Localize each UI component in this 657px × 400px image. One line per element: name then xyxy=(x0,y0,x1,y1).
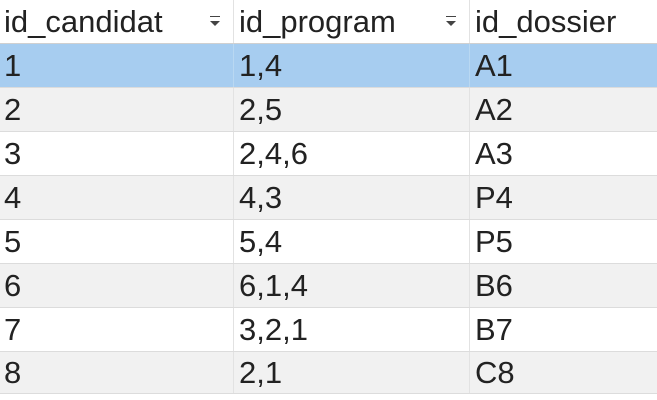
cell-id-program[interactable]: 4,3 xyxy=(234,176,470,219)
filter-dropdown-button[interactable] xyxy=(445,15,457,27)
cell-id-candidat[interactable]: 4 xyxy=(0,176,234,219)
cell-id-dossier[interactable]: A1 xyxy=(470,44,657,87)
cell-id-candidat[interactable]: 8 xyxy=(0,352,234,393)
cell-id-dossier[interactable]: C8 xyxy=(470,352,657,393)
table-row[interactable]: 3 2,4,6 A3 xyxy=(0,132,657,176)
cell-id-candidat[interactable]: 3 xyxy=(0,132,234,175)
table-row[interactable]: 6 6,1,4 B6 xyxy=(0,264,657,308)
column-header-id-dossier[interactable]: id_dossier xyxy=(470,0,657,43)
column-header-label: id_program xyxy=(239,4,396,39)
cell-id-dossier[interactable]: P5 xyxy=(470,220,657,263)
table-row[interactable]: 2 2,5 A2 xyxy=(0,88,657,132)
cell-id-program[interactable]: 5,4 xyxy=(234,220,470,263)
cell-id-program[interactable]: 2,5 xyxy=(234,88,470,131)
cell-id-program[interactable]: 1,4 xyxy=(234,44,470,87)
filter-dropdown-button[interactable] xyxy=(209,15,221,27)
cell-id-program[interactable]: 2,4,6 xyxy=(234,132,470,175)
table-row[interactable]: 8 2,1 C8 xyxy=(0,352,657,394)
cell-id-dossier[interactable]: B6 xyxy=(470,264,657,307)
cell-id-candidat[interactable]: 1 xyxy=(0,44,234,87)
chevron-down-icon xyxy=(210,20,220,26)
cell-id-dossier[interactable]: A2 xyxy=(470,88,657,131)
column-header-label: id_candidat xyxy=(4,4,163,39)
column-header-row: id_candidat id_program id_dossier xyxy=(0,0,657,44)
cell-id-dossier[interactable]: B7 xyxy=(470,308,657,351)
table-row[interactable]: 4 4,3 P4 xyxy=(0,176,657,220)
cell-id-candidat[interactable]: 5 xyxy=(0,220,234,263)
cell-id-dossier[interactable]: A3 xyxy=(470,132,657,175)
cell-id-program[interactable]: 3,2,1 xyxy=(234,308,470,351)
column-header-id-program[interactable]: id_program xyxy=(234,0,470,43)
cell-id-candidat[interactable]: 7 xyxy=(0,308,234,351)
table-row[interactable]: 1 1,4 A1 xyxy=(0,44,657,88)
cell-id-candidat[interactable]: 2 xyxy=(0,88,234,131)
cell-id-program[interactable]: 2,1 xyxy=(234,352,470,393)
cell-id-candidat[interactable]: 6 xyxy=(0,264,234,307)
datasheet-grid: id_candidat id_program id_dossier 1 1,4 … xyxy=(0,0,657,400)
cell-id-dossier[interactable]: P4 xyxy=(470,176,657,219)
cell-id-program[interactable]: 6,1,4 xyxy=(234,264,470,307)
chevron-down-icon xyxy=(446,20,456,26)
table-row[interactable]: 7 3,2,1 B7 xyxy=(0,308,657,352)
table-row[interactable]: 5 5,4 P5 xyxy=(0,220,657,264)
column-header-label: id_dossier xyxy=(475,4,617,39)
column-header-id-candidat[interactable]: id_candidat xyxy=(0,0,234,43)
